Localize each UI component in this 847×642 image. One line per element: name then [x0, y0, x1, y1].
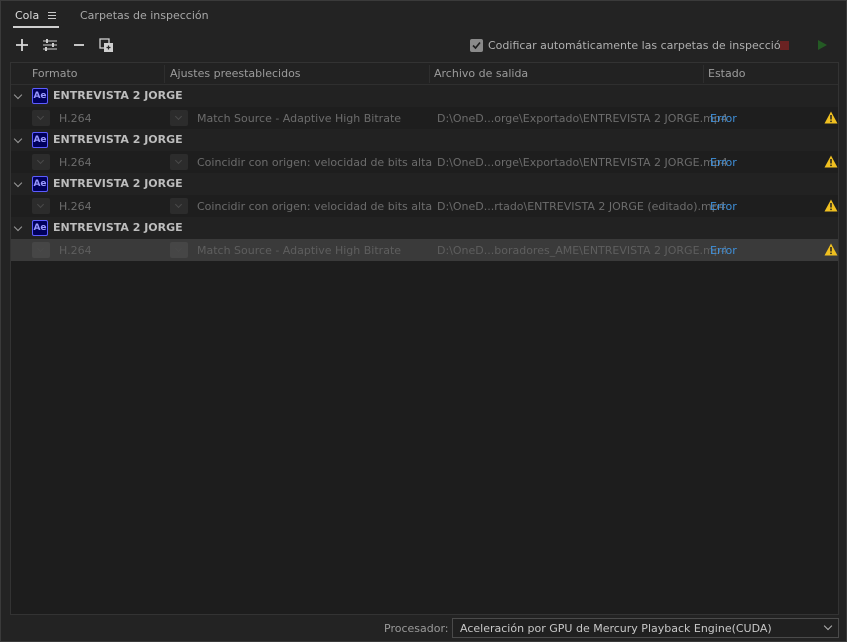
duplicate-icon[interactable]: [98, 36, 116, 54]
column-header: Formato Ajustes preestablecidos Archivo …: [11, 63, 838, 85]
format-value[interactable]: H.264: [59, 156, 92, 169]
stop-queue-button[interactable]: [780, 41, 789, 50]
sliders-icon[interactable]: [41, 36, 59, 54]
chevron-down-icon[interactable]: [13, 178, 23, 188]
tab-cola[interactable]: Cola: [15, 9, 39, 22]
column-format[interactable]: Formato: [32, 67, 78, 80]
queue-footer: Procesador: Aceleración por GPU de Mercu…: [1, 617, 846, 641]
queue-toolbar: Codificar automáticamente las carpetas d…: [1, 33, 846, 59]
minus-icon[interactable]: [70, 36, 88, 54]
format-dropdown[interactable]: [32, 154, 50, 170]
column-divider[interactable]: [703, 65, 704, 83]
column-presets[interactable]: Ajustes preestablecidos: [170, 67, 301, 80]
group-title: ENTREVISTA 2 JORGE: [53, 221, 183, 234]
warning-icon: [824, 111, 838, 127]
after-effects-icon: Ae: [32, 176, 48, 192]
tab-watch-folders[interactable]: Carpetas de inspección: [80, 9, 209, 22]
preset-value[interactable]: Match Source - Adaptive High Bitrate: [197, 244, 401, 257]
format-dropdown[interactable]: [32, 198, 50, 214]
queue-window: Cola Carpetas de inspección Codificar au…: [0, 0, 847, 642]
group-title: ENTREVISTA 2 JORGE: [53, 177, 183, 190]
queue-item[interactable]: H.264 Coincidir con origen: velocidad de…: [11, 151, 838, 173]
output-path[interactable]: D:\OneD...boradores_AME\ENTREVISTA 2 JOR…: [437, 244, 728, 257]
preset-dropdown[interactable]: [170, 242, 188, 258]
format-value[interactable]: H.264: [59, 244, 92, 257]
chevron-down-icon[interactable]: [823, 621, 833, 631]
start-queue-button[interactable]: [818, 40, 827, 50]
preset-value[interactable]: Match Source - Adaptive High Bitrate: [197, 112, 401, 125]
auto-encode-label[interactable]: Codificar automáticamente las carpetas d…: [488, 39, 788, 52]
column-output[interactable]: Archivo de salida: [434, 67, 528, 80]
format-value[interactable]: H.264: [59, 200, 92, 213]
preset-value[interactable]: Coincidir con origen: velocidad de bits …: [197, 200, 432, 213]
queue-group[interactable]: Ae ENTREVISTA 2 JORGE: [11, 129, 838, 151]
status-error-link[interactable]: Error: [710, 156, 737, 169]
preset-value[interactable]: Coincidir con origen: velocidad de bits …: [197, 156, 432, 169]
format-dropdown[interactable]: [32, 110, 50, 126]
processor-value[interactable]: Aceleración por GPU de Mercury Playback …: [460, 622, 772, 635]
after-effects-icon: Ae: [32, 220, 48, 236]
column-status[interactable]: Estado: [708, 67, 745, 80]
column-divider[interactable]: [164, 65, 165, 83]
column-divider[interactable]: [429, 65, 430, 83]
processor-label: Procesador:: [384, 622, 449, 635]
queue-list: Formato Ajustes preestablecidos Archivo …: [10, 62, 839, 615]
queue-item[interactable]: H.264 Coincidir con origen: velocidad de…: [11, 195, 838, 217]
processor-select[interactable]: Aceleración por GPU de Mercury Playback …: [452, 618, 839, 638]
warning-icon: [824, 155, 838, 171]
chevron-down-icon[interactable]: [13, 222, 23, 232]
status-error-link[interactable]: Error: [710, 244, 737, 257]
plus-icon[interactable]: [13, 36, 31, 54]
after-effects-icon: Ae: [32, 132, 48, 148]
status-error-link[interactable]: Error: [710, 200, 737, 213]
panel-tabs: Cola Carpetas de inspección: [1, 1, 846, 31]
active-tab-indicator: [13, 26, 59, 28]
queue-group[interactable]: Ae ENTREVISTA 2 JORGE: [11, 85, 838, 107]
warning-icon: [824, 199, 838, 215]
queue-group[interactable]: Ae ENTREVISTA 2 JORGE: [11, 217, 838, 239]
preset-dropdown[interactable]: [170, 154, 188, 170]
chevron-down-icon[interactable]: [13, 134, 23, 144]
queue-group[interactable]: Ae ENTREVISTA 2 JORGE: [11, 173, 838, 195]
status-error-link[interactable]: Error: [710, 112, 737, 125]
panel-menu-icon[interactable]: [48, 12, 56, 19]
output-path[interactable]: D:\OneD...orge\Exportado\ENTREVISTA 2 JO…: [437, 112, 728, 125]
chevron-down-icon[interactable]: [13, 90, 23, 100]
format-value[interactable]: H.264: [59, 112, 92, 125]
queue-item[interactable]: H.264 Match Source - Adaptive High Bitra…: [11, 107, 838, 129]
output-path[interactable]: D:\OneD...rtado\ENTREVISTA 2 JORGE (edit…: [437, 200, 726, 213]
preset-dropdown[interactable]: [170, 198, 188, 214]
group-title: ENTREVISTA 2 JORGE: [53, 89, 183, 102]
auto-encode-checkbox[interactable]: [470, 39, 483, 52]
output-path[interactable]: D:\OneD...orge\Exportado\ENTREVISTA 2 JO…: [437, 156, 728, 169]
group-title: ENTREVISTA 2 JORGE: [53, 133, 183, 146]
format-dropdown[interactable]: [32, 242, 50, 258]
after-effects-icon: Ae: [32, 88, 48, 104]
preset-dropdown[interactable]: [170, 110, 188, 126]
queue-item[interactable]: H.264 Match Source - Adaptive High Bitra…: [11, 239, 838, 261]
warning-icon: [824, 243, 838, 259]
